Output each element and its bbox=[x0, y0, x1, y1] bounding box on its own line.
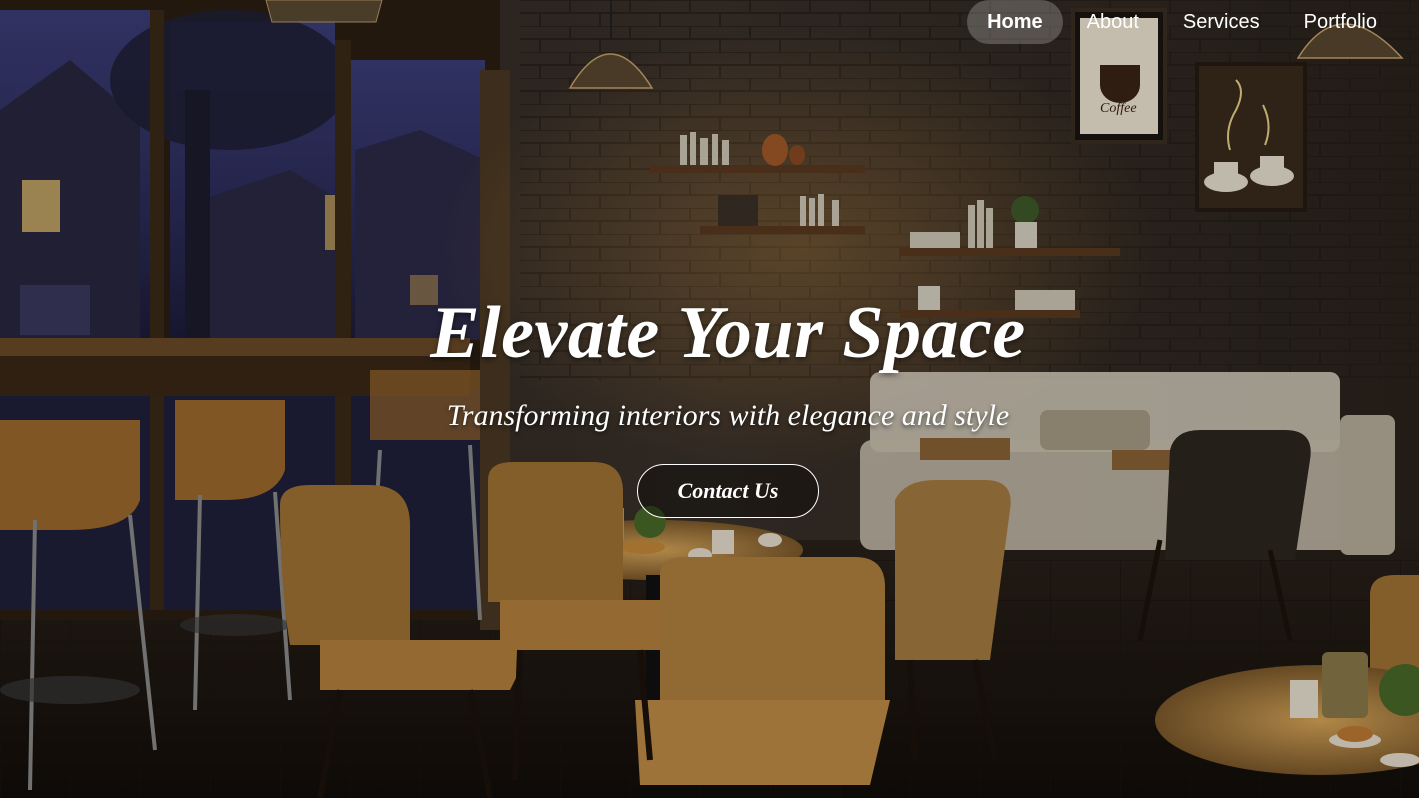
main-navigation: Home About Services Portfolio bbox=[963, 0, 1397, 44]
nav-link-home[interactable]: Home bbox=[967, 0, 1063, 44]
nav-link-services[interactable]: Services bbox=[1163, 0, 1280, 44]
hero-content: Elevate Your Space Transforming interior… bbox=[0, 290, 1419, 518]
hero-subtitle: Transforming interiors with elegance and… bbox=[446, 399, 1010, 432]
nav-link-about[interactable]: About bbox=[1067, 0, 1159, 44]
hero-title: Elevate Your Space bbox=[430, 292, 1026, 374]
contact-us-button[interactable]: Contact Us bbox=[637, 464, 819, 518]
hero-section: Coffee Home About Services Portfolio Ele… bbox=[0, 0, 1419, 798]
nav-link-portfolio[interactable]: Portfolio bbox=[1284, 0, 1397, 44]
svg-text:Coffee: Coffee bbox=[1100, 101, 1137, 116]
